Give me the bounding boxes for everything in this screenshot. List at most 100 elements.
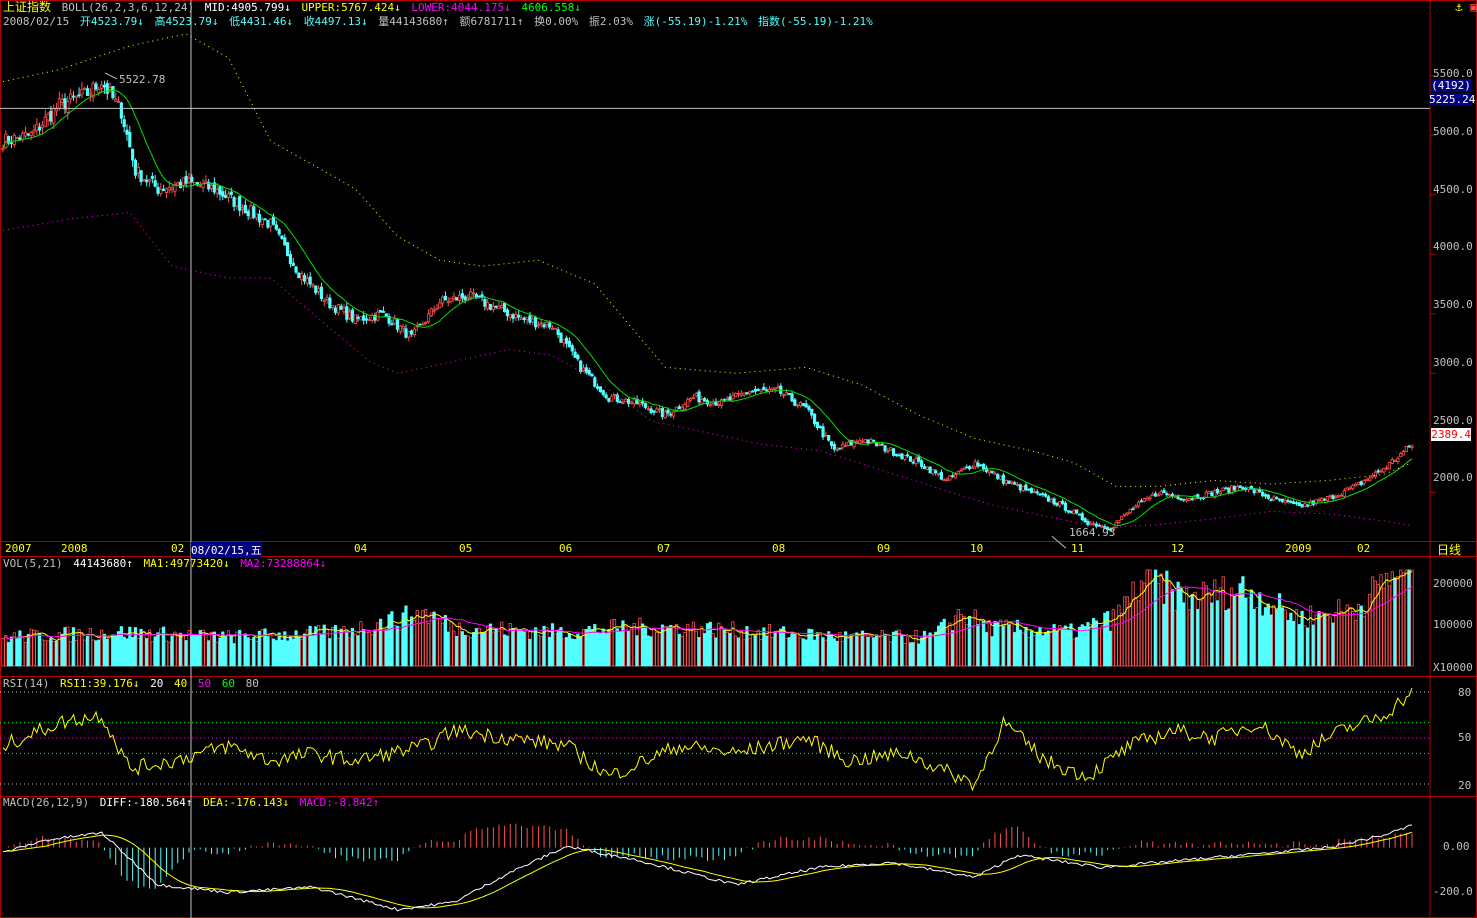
volume-bar: [742, 639, 746, 667]
candle-body: [226, 193, 231, 198]
candle-body: [426, 313, 431, 323]
volume-bar: [1134, 597, 1138, 667]
candle-body: [1263, 494, 1268, 497]
candle-body: [987, 470, 991, 474]
volume-bar: [494, 627, 498, 667]
candle-body: [401, 326, 405, 329]
candle-body: [1015, 484, 1020, 486]
volume-bar: [595, 632, 600, 667]
volume-bar: [356, 635, 360, 667]
stock-chart-canvas[interactable]: [0, 0, 1477, 918]
candle-body: [770, 387, 774, 390]
volume-bar: [624, 625, 628, 667]
candle-body: [1046, 496, 1051, 502]
volume-bar: [536, 634, 541, 667]
candle-body: [1027, 488, 1031, 491]
vol-tick-1: 100000: [1433, 618, 1473, 631]
volume-bar: [677, 633, 681, 667]
candle-body: [1004, 480, 1008, 485]
candle-body: [626, 398, 631, 404]
cursor-box-top: (4192): [1431, 79, 1471, 92]
candle-body: [69, 93, 73, 100]
candle-body: [900, 453, 904, 460]
period-label[interactable]: 日线: [1437, 541, 1461, 558]
volume-bar: [170, 635, 174, 667]
volume-bar: [643, 628, 648, 667]
volume-bar: [181, 635, 185, 667]
volume-bar: [686, 623, 690, 667]
calendar-icon[interactable]: ▣: [1470, 0, 1477, 14]
candle-body: [663, 411, 667, 419]
volume-bar: [486, 625, 490, 667]
time-label-09: 09: [877, 542, 891, 555]
volume-bar: [1122, 596, 1127, 667]
volume-bar: [1396, 576, 1400, 667]
candle-body: [863, 438, 867, 443]
candle-body: [697, 391, 701, 403]
candle-body: [1401, 451, 1406, 456]
candle-body: [486, 302, 490, 310]
candle-body: [841, 444, 845, 448]
candle-body: [939, 471, 943, 480]
volume-bar: [562, 638, 566, 667]
candle-body: [821, 426, 825, 438]
volume-bar: [35, 630, 39, 667]
candle-body: [1058, 501, 1062, 507]
candle-body: [1153, 493, 1158, 497]
macd-title[interactable]: MACD(26,12,9): [3, 796, 89, 809]
candle-body: [1404, 446, 1408, 453]
volume-bar: [579, 636, 583, 667]
candle-body: [170, 187, 174, 191]
anchor-icon[interactable]: ⚓: [1455, 0, 1462, 14]
time-label-08: 08: [772, 542, 786, 555]
candle-body: [122, 119, 126, 128]
candle-body: [790, 393, 794, 402]
candle-body: [63, 98, 67, 110]
candle-body: [638, 402, 642, 406]
rsi-title[interactable]: RSI(14): [3, 677, 49, 690]
volume-value: 量44143680↑: [378, 15, 449, 28]
candle-body: [1300, 504, 1304, 508]
macd-header: MACD(26,12,9) DIFF:-180.564↑ DEA:-176.14…: [3, 796, 383, 809]
candle-body: [367, 319, 371, 322]
candle-body: [827, 435, 831, 441]
candle-body: [843, 445, 848, 447]
open-value: 开4523.79↓: [79, 15, 144, 28]
candle-body: [339, 305, 343, 310]
volume-bar: [734, 635, 738, 667]
volume-bar: [469, 637, 473, 667]
volume-bar: [812, 639, 817, 667]
low-value: 低4431.46↓: [229, 15, 294, 28]
volume-bar: [131, 636, 135, 667]
candle-body: [604, 394, 608, 399]
vol-title[interactable]: VOL(5,21): [3, 557, 63, 570]
candle-body: [77, 94, 81, 97]
volume-bar: [1055, 630, 1059, 667]
candle-body: [271, 216, 276, 225]
candle-body: [897, 454, 901, 457]
volume-bar: [657, 632, 662, 667]
volume-bar: [1077, 626, 1082, 667]
candle-body: [500, 305, 504, 308]
volume-bar: [472, 632, 476, 667]
index-name[interactable]: 上证指数: [3, 0, 51, 14]
volume-bar: [201, 629, 205, 667]
volume-bar: [446, 631, 450, 667]
candle-body: [1184, 498, 1189, 502]
volume-bar: [869, 635, 873, 667]
volume-bar: [553, 633, 557, 667]
candle-body: [1351, 485, 1355, 489]
volume-bar: [1283, 609, 1287, 667]
volume-bar: [753, 635, 758, 667]
candle-body: [1120, 515, 1124, 521]
volume-bar: [4, 634, 8, 667]
candle-body: [142, 179, 146, 181]
candle-body: [1021, 485, 1025, 491]
volume-bar: [49, 637, 53, 667]
volume-bar: [1241, 576, 1245, 667]
volume-bar: [835, 640, 839, 667]
candle-body: [1089, 522, 1093, 525]
candle-body: [359, 316, 363, 321]
macd-tick-1: -200.0: [1433, 885, 1473, 898]
candle-body: [669, 413, 673, 416]
